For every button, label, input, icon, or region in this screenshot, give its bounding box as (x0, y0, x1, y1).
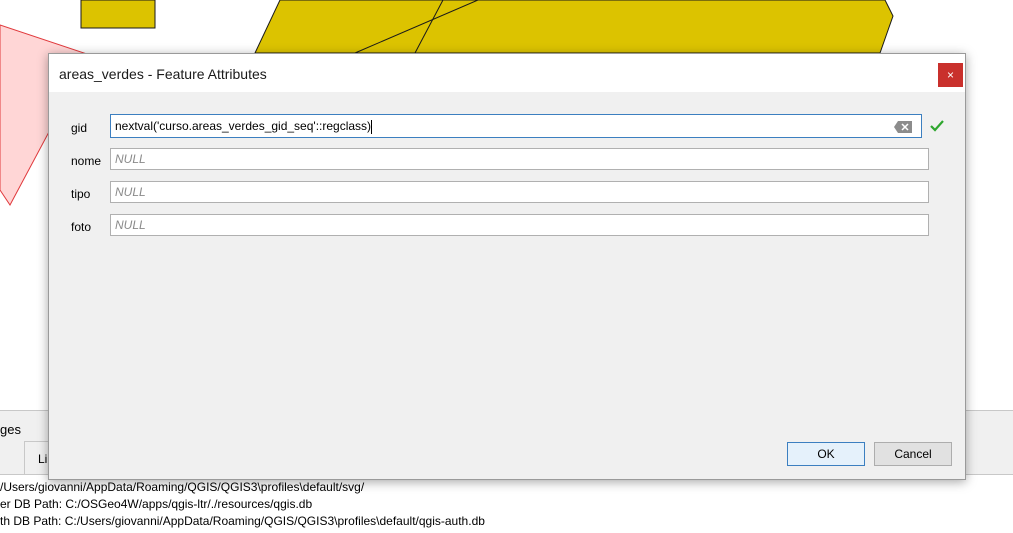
field-row-nome: nome NULL (49, 148, 965, 174)
gid-input-value: nextval('curso.areas_verdes_gid_seq'::re… (115, 119, 372, 133)
feature-attributes-dialog: areas_verdes - Feature Attributes × gid … (48, 53, 966, 480)
tipo-input[interactable]: NULL (110, 181, 929, 203)
log-output: /Users/giovanni/AppData/Roaming/QGIS/QGI… (0, 474, 1013, 533)
log-line: er DB Path: C:/OSGeo4W/apps/qgis-ltr/./r… (0, 497, 313, 511)
field-label-nome: nome (71, 154, 102, 168)
cancel-button[interactable]: Cancel (874, 442, 952, 466)
field-row-foto: foto NULL (49, 214, 965, 240)
map-polygon-small (80, 0, 156, 29)
field-row-tipo: tipo NULL (49, 181, 965, 207)
foto-input[interactable]: NULL (110, 214, 929, 236)
gid-input[interactable]: nextval('curso.areas_verdes_gid_seq'::re… (110, 114, 922, 138)
field-label-tipo: tipo (71, 187, 91, 201)
text-caret (371, 119, 373, 134)
checkmark-icon (930, 120, 944, 132)
ok-button[interactable]: OK (787, 442, 865, 466)
dialog-titlebar[interactable]: areas_verdes - Feature Attributes × (49, 54, 965, 92)
nome-input[interactable]: NULL (110, 148, 929, 170)
field-row-gid: gid nextval('curso.areas_verdes_gid_seq'… (49, 114, 965, 141)
log-tab-label: Li (38, 452, 48, 466)
clear-text-icon[interactable] (894, 121, 912, 133)
map-polygon-large (254, 0, 894, 54)
close-button[interactable]: × (938, 63, 963, 87)
log-line: /Users/giovanni/AppData/Roaming/QGIS/QGI… (0, 480, 365, 494)
field-label-foto: foto (71, 220, 92, 234)
dialog-title: areas_verdes - Feature Attributes (59, 66, 267, 82)
field-label-gid: gid (71, 121, 88, 135)
log-line: th DB Path: C:/Users/giovanni/AppData/Ro… (0, 514, 485, 528)
close-icon: × (946, 68, 954, 82)
log-panel-title: ges (0, 422, 21, 437)
